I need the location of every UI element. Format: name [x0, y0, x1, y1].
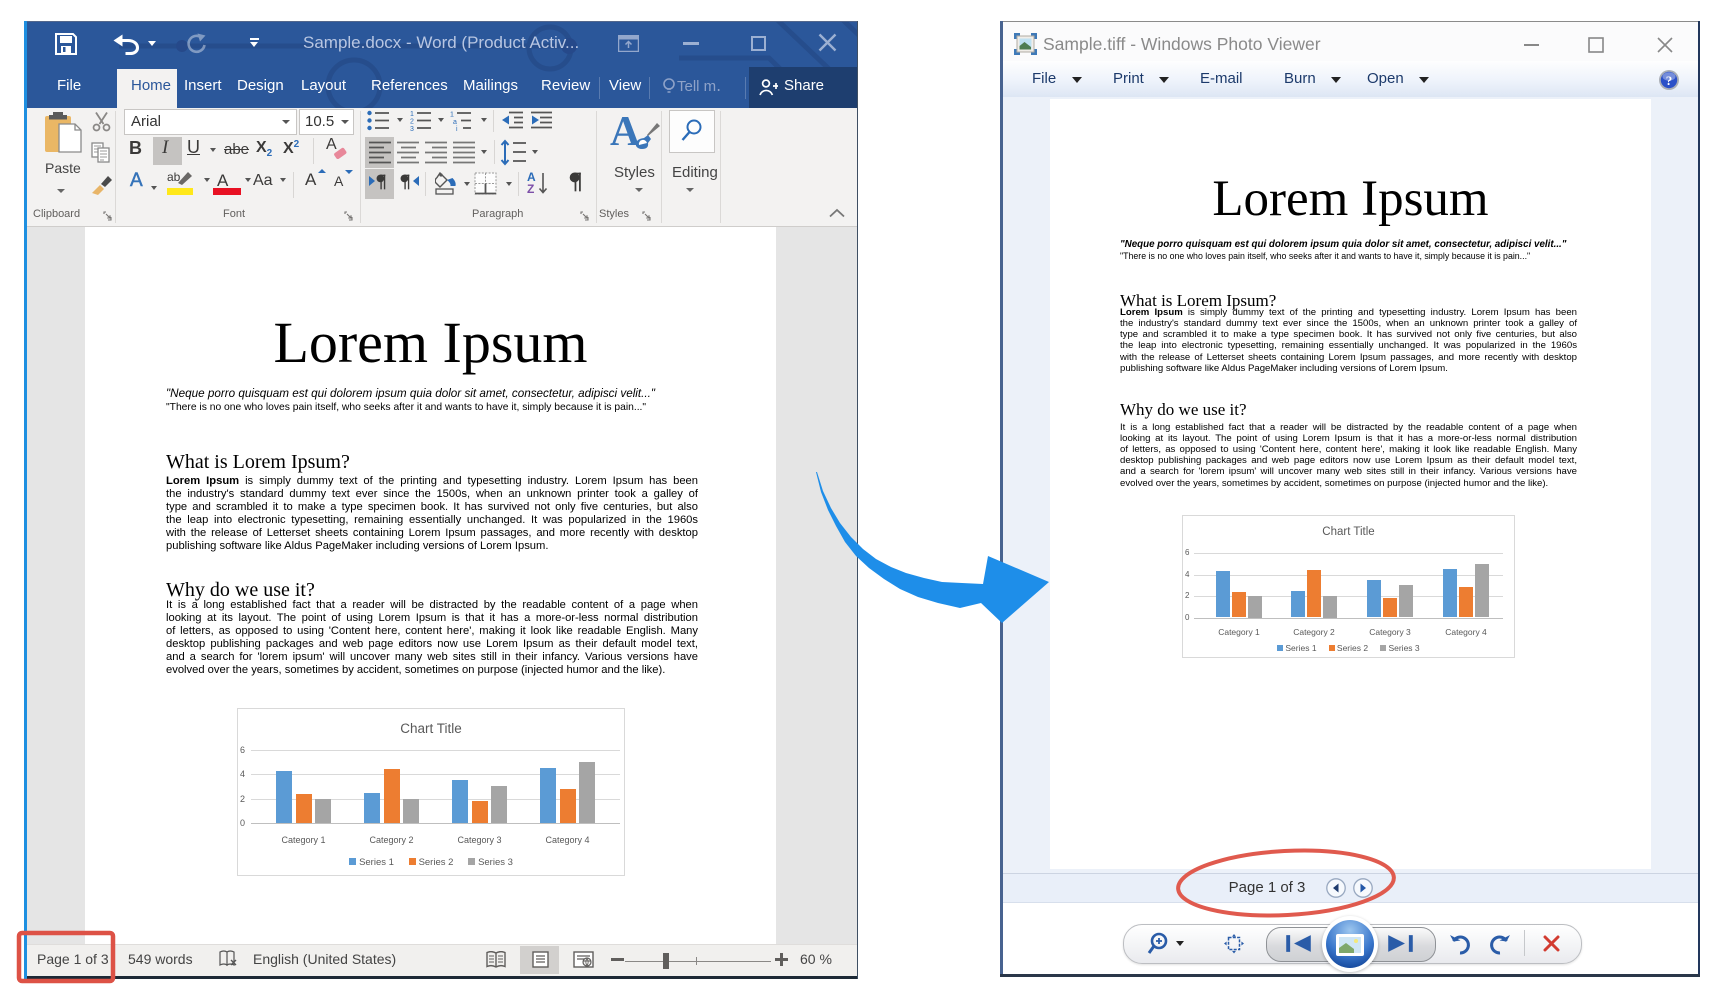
svg-text:2: 2 — [410, 119, 414, 126]
svg-text:?: ? — [1666, 73, 1673, 88]
svg-text:i: i — [456, 126, 458, 131]
svg-text:1: 1 — [450, 112, 454, 119]
svg-text:3: 3 — [410, 126, 414, 131]
svg-text:a: a — [453, 119, 457, 126]
svg-text:1: 1 — [410, 111, 414, 118]
